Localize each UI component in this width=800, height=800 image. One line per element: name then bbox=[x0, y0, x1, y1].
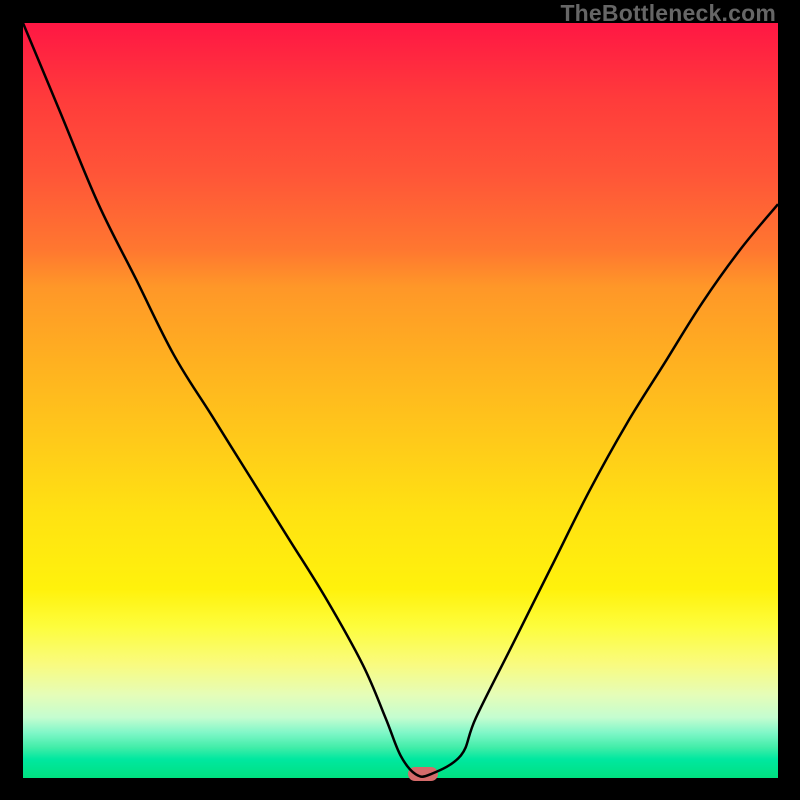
bottleneck-curve bbox=[23, 23, 778, 778]
bottleneck-chart bbox=[23, 23, 778, 778]
watermark-text: TheBottleneck.com bbox=[560, 0, 776, 27]
